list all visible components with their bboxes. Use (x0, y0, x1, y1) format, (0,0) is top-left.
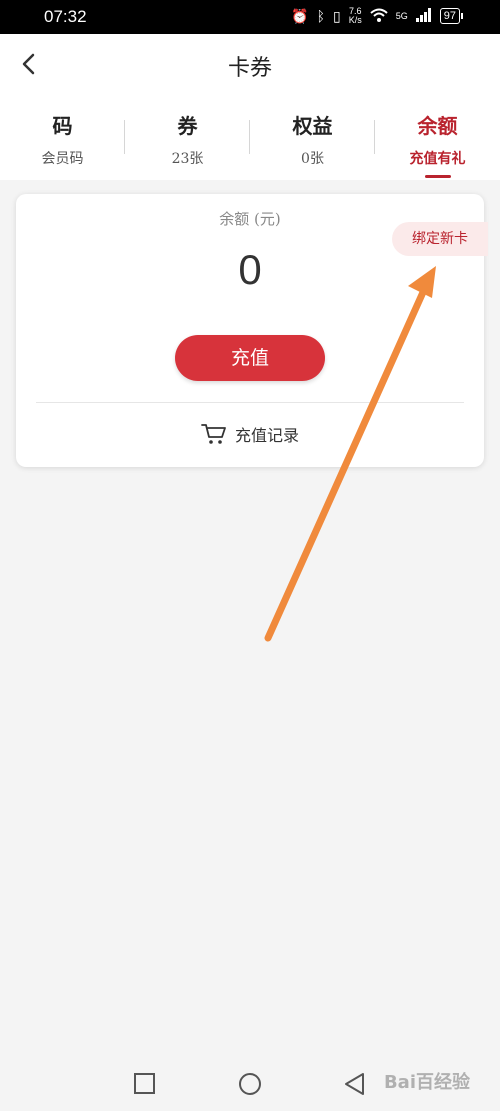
wifi-icon (370, 8, 388, 25)
tab-label: 码 (52, 114, 73, 138)
net-speed: 7.6 K/s (348, 6, 362, 25)
tab-sub: 充值有礼 (409, 151, 466, 167)
recents-button[interactable] (132, 1071, 158, 1097)
status-bar: 07:32 ⏰ ᛒ ▯ 7.6 K/s 5G 97 (0, 0, 500, 34)
tab-bar: 码 会员码 券 23张 权益 0张 余额 充值有礼 (0, 100, 500, 180)
tab-sub: 会员码 (41, 151, 84, 167)
system-nav-bar: Bai百经验 (0, 1056, 500, 1111)
tab-label: 券 (177, 114, 198, 138)
square-icon (134, 1073, 155, 1094)
tab-balance[interactable]: 余额 充值有礼 (375, 100, 500, 180)
alarm-icon: ⏰ (291, 7, 309, 24)
page-title: 卡券 (227, 56, 272, 81)
status-icons: ⏰ ᛒ ▯ 7.6 K/s 5G 97 (291, 6, 464, 25)
battery-icon: 97 (439, 8, 464, 24)
recharge-record-link[interactable]: 充值记录 (16, 422, 484, 446)
bluetooth-icon: ᛒ (316, 8, 325, 24)
vibrate-icon: ▯ (333, 7, 341, 24)
triangle-back-icon (345, 1073, 364, 1095)
tab-label: 余额 (417, 114, 458, 138)
recharge-record-label: 充值记录 (234, 426, 299, 445)
tab-sub: 0张 (301, 151, 324, 167)
signal-icon (415, 7, 432, 25)
tab-benefits[interactable]: 权益 0张 (250, 100, 375, 180)
recharge-button[interactable]: 充值 (175, 335, 325, 381)
card-divider (36, 402, 464, 403)
back-nav-button[interactable] (342, 1071, 368, 1097)
watermark: Bai百经验 (383, 1072, 470, 1093)
status-time: 07:32 (44, 7, 87, 26)
network-label: 5G (395, 11, 408, 21)
active-tab-indicator (424, 175, 451, 178)
bind-new-card-button[interactable]: 绑定新卡 (392, 222, 488, 256)
tab-coupons[interactable]: 券 23张 (125, 100, 250, 180)
tab-label: 权益 (292, 114, 333, 138)
tab-sub: 23张 (171, 151, 204, 167)
tab-member-code[interactable]: 码 会员码 (0, 100, 125, 180)
balance-card: 余额 (元) 0 绑定新卡 充值 充值记录 (16, 194, 488, 467)
header: 卡券 (0, 34, 500, 100)
home-button[interactable] (237, 1071, 263, 1097)
cart-icon (201, 424, 226, 444)
circle-icon (239, 1073, 261, 1095)
